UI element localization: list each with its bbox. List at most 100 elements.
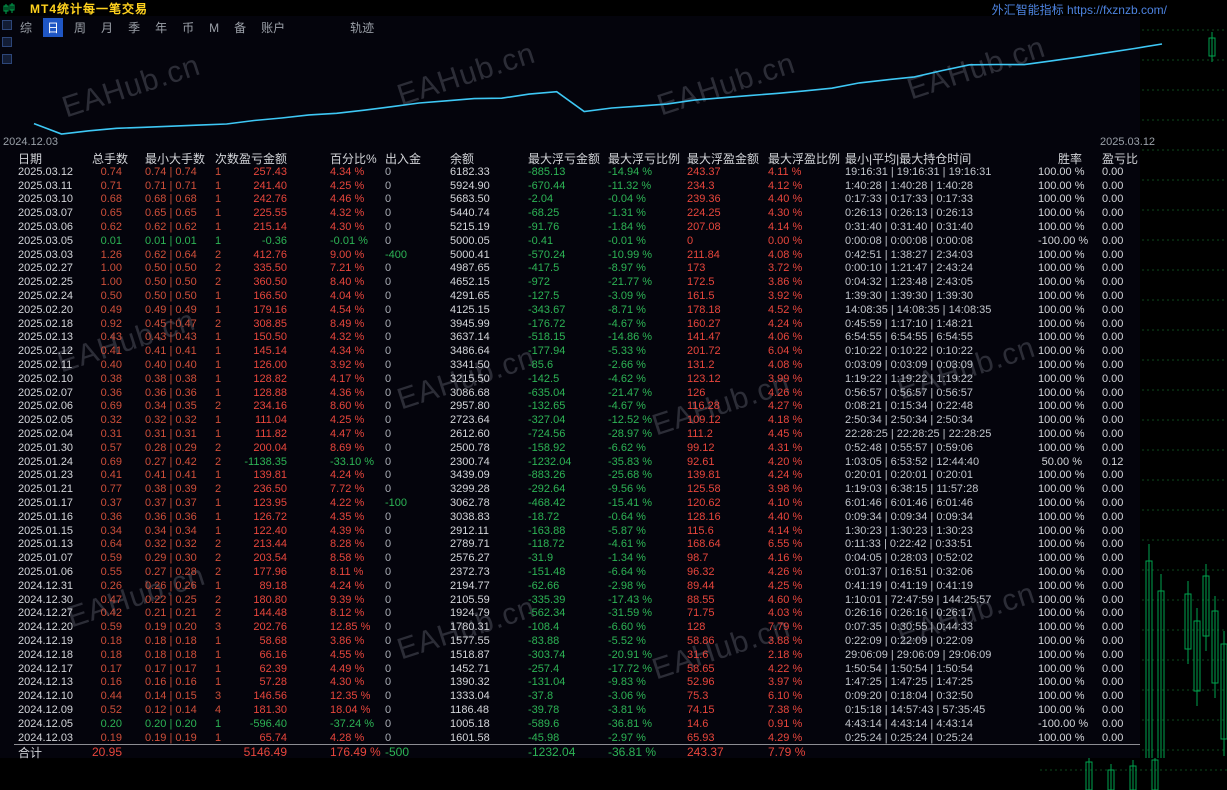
cell-date: 2025.03.10 (18, 193, 74, 206)
menu-item-1[interactable]: 综 (16, 18, 36, 37)
cell-hold-time: 0:45:59 | 1:17:10 | 1:48:21 (845, 317, 974, 330)
cell-pl-ratio: 0.00 (1102, 165, 1124, 178)
table-row: 2025.02.24 0.50 0.50 | 0.50 1 166.50 4.04 % 0 4… (14, 289, 1140, 303)
cell-max-float-loss: -158.92 (528, 441, 566, 454)
cell-hold-time: 0:08:21 | 0:15:34 | 0:22:48 (845, 400, 974, 413)
cell-total-lots: 1.00 (100, 262, 122, 275)
cell-date: 2025.02.20 (18, 303, 74, 316)
cell-min-max-lots: 0.40 | 0.40 (145, 359, 197, 372)
menu-item-2[interactable]: 日 (43, 18, 64, 37)
menu-item-11[interactable]: 轨迹 (346, 18, 378, 37)
cell-max-float-profit-pct: 3.88 % (768, 634, 803, 647)
cell-max-float-profit-pct: 4.16 % (768, 552, 803, 565)
col-header-hold-time: 最小|平均|最大持仓时间 (845, 152, 972, 166)
cell-max-float-profit-pct: 4.03 % (768, 607, 803, 620)
menu-item-8[interactable]: M (205, 20, 223, 36)
cell-win-rate: 100.00 % (1038, 497, 1085, 510)
cell-max-float-loss-pct: -3.06 % (608, 690, 646, 703)
cell-pl-ratio: 0.00 (1102, 234, 1124, 247)
cell-count: 2 (215, 276, 222, 289)
cell-pl-ratio: 0.00 (1102, 193, 1124, 206)
cell-win-rate: 100.00 % (1038, 303, 1085, 316)
cell-pct: 18.04 % (330, 703, 371, 716)
cell-max-float-profit-pct: 4.14 % (768, 221, 803, 234)
cell-max-float-loss-pct: -5.87 % (608, 524, 646, 537)
cell-hold-time: 1:47:25 | 1:47:25 | 1:47:25 (845, 676, 974, 689)
cell-balance: 4987.65 (450, 262, 490, 275)
cell-pct: 9.00 % (330, 248, 365, 261)
cell-pnl: 89.18 (259, 579, 287, 592)
cell-balance: 1333.04 (450, 690, 490, 703)
toolbar-icon[interactable] (2, 54, 12, 64)
toolbar-icon[interactable] (2, 20, 12, 30)
cell-date: 2024.12.09 (18, 703, 74, 716)
cell-min-max-lots: 0.18 | 0.18 (145, 634, 197, 647)
toolbar-icon[interactable] (2, 37, 12, 47)
cell-max-float-profit: 52.96 (687, 676, 715, 689)
cell-total-lots: 0.68 (100, 193, 122, 206)
brand-link[interactable]: 外汇智能指标 https://fxznzb.com/ (992, 1, 1167, 18)
cell-min-max-lots: 0.31 | 0.31 (145, 428, 197, 441)
menu-item-7[interactable]: 币 (178, 18, 198, 37)
cell-pnl: 128.82 (253, 372, 287, 385)
cell-hold-time: 0:52:48 | 0:55:57 | 0:59:06 (845, 441, 974, 454)
cell-pnl: -1138.35 (244, 455, 287, 468)
table-row: 2024.12.18 0.18 0.18 | 0.18 1 66.16 4.55 % 0 15… (14, 648, 1140, 662)
menu-item-4[interactable]: 月 (97, 18, 117, 37)
cell-pl-ratio: 0.00 (1102, 469, 1124, 482)
cell-total-lots: 0.17 (100, 662, 122, 675)
footer-date: 合计 (18, 745, 43, 760)
cell-max-float-profit: 131.2 (687, 359, 715, 372)
cell-pct: 4.24 % (330, 469, 365, 482)
cell-balance: 5215.19 (450, 221, 490, 234)
cell-win-rate: 100.00 % (1038, 428, 1085, 441)
menu-item-5[interactable]: 季 (124, 18, 144, 37)
cell-max-float-loss-pct: -9.56 % (608, 483, 646, 496)
cell-max-float-profit-pct: 4.40 % (768, 193, 803, 206)
cell-min-max-lots: 0.37 | 0.37 (145, 497, 197, 510)
menu-item-10[interactable]: 账户 (257, 18, 289, 37)
cell-total-lots: 1.00 (100, 276, 122, 289)
cell-cashflow: 0 (385, 731, 392, 744)
cell-balance: 1601.58 (450, 731, 490, 744)
menu-item-9[interactable]: 备 (230, 18, 250, 37)
cell-pct: 4.32 % (330, 331, 365, 344)
cell-pnl: 180.80 (253, 593, 287, 606)
menu-item-6[interactable]: 年 (151, 18, 171, 37)
cell-max-float-loss: -589.6 (528, 717, 560, 730)
cell-cashflow: 0 (385, 331, 392, 344)
cell-max-float-loss: -883.26 (528, 469, 566, 482)
col-header-total-lots: 总手数 (92, 152, 129, 166)
cell-max-float-loss: -85.6 (528, 359, 554, 372)
cell-total-lots: 0.41 (100, 345, 122, 358)
cell-win-rate: 100.00 % (1038, 262, 1085, 275)
cell-pnl: 179.16 (253, 303, 287, 316)
cell-pct: 8.69 % (330, 441, 365, 454)
cell-total-lots: 0.62 (100, 221, 122, 234)
cell-pnl: 412.76 (253, 248, 287, 261)
cell-count: 1 (215, 221, 222, 234)
cell-max-float-loss-pct: -3.09 % (608, 290, 646, 303)
cell-date: 2025.01.17 (18, 497, 74, 510)
cell-date: 2024.12.19 (18, 634, 74, 647)
cell-max-float-profit: 0 (687, 234, 694, 247)
cell-cashflow: 0 (385, 676, 392, 689)
cell-balance: 5924.90 (450, 179, 490, 192)
cell-hold-time: 6:54:55 | 6:54:55 | 6:54:55 (845, 331, 974, 344)
cell-date: 2025.03.11 (18, 179, 73, 192)
cell-min-max-lots: 0.29 | 0.30 (145, 552, 197, 565)
cell-max-float-loss: -670.44 (528, 179, 566, 192)
cell-min-max-lots: 0.16 | 0.16 (145, 676, 197, 689)
cell-max-float-profit-pct: 0.00 % (768, 234, 803, 247)
cell-win-rate: 100.00 % (1038, 165, 1085, 178)
table-row: 2024.12.13 0.16 0.16 | 0.16 1 57.28 4.30 % 0 13… (14, 675, 1140, 689)
table-row: 2024.12.03 0.19 0.19 | 0.19 1 65.74 4.28 % 0 16… (14, 731, 1140, 745)
cell-min-max-lots: 0.50 | 0.50 (145, 290, 197, 303)
menu-item-3[interactable]: 周 (70, 18, 90, 37)
cell-max-float-profit: 14.6 (687, 717, 709, 730)
cell-total-lots: 0.69 (100, 400, 122, 413)
cell-date: 2024.12.20 (18, 621, 74, 634)
table-row: 2025.02.25 1.00 0.50 | 0.50 2 360.50 8.40 % 0 4… (14, 275, 1140, 289)
cell-min-max-lots: 0.20 | 0.20 (145, 717, 197, 730)
cell-pct: 3.92 % (330, 359, 365, 372)
